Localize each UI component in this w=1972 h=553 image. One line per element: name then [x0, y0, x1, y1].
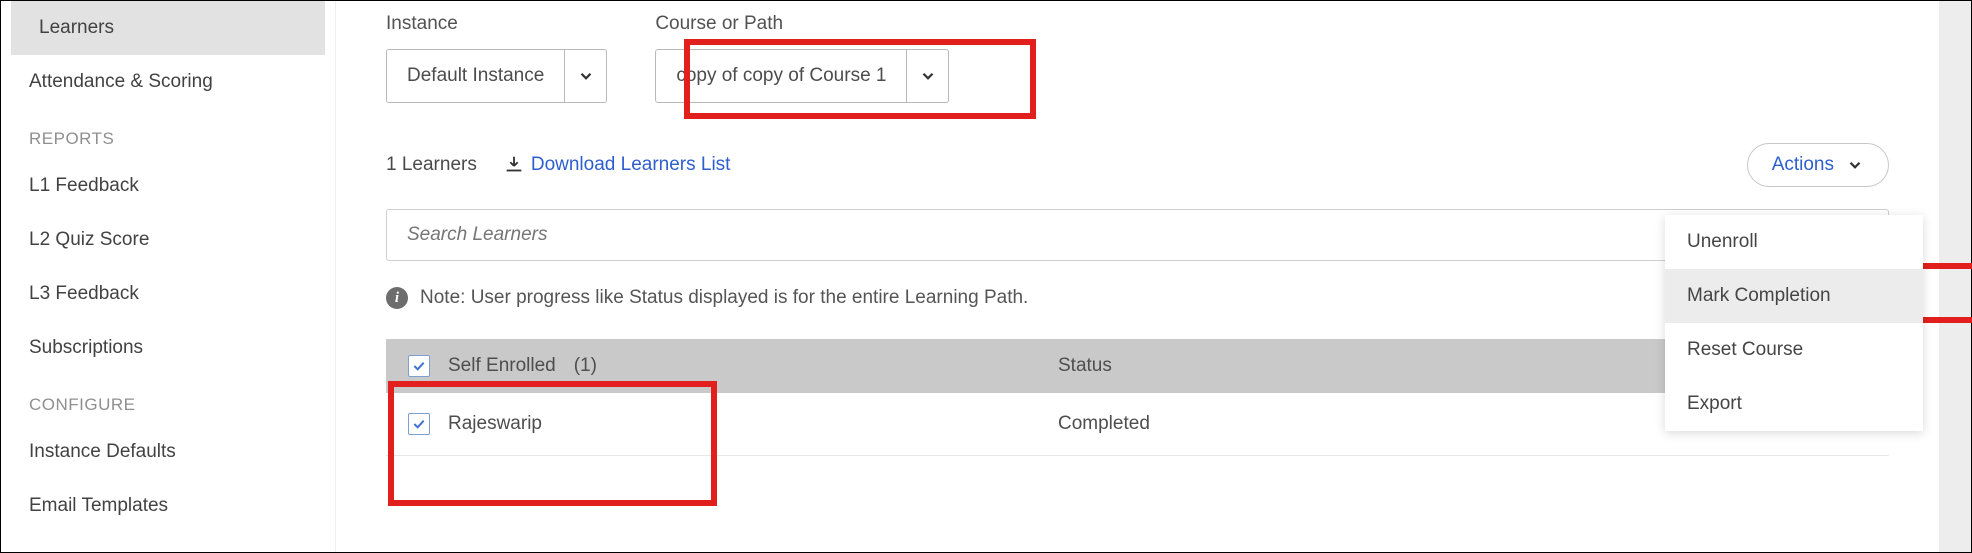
actions-button[interactable]: Actions [1747, 143, 1889, 187]
instance-value: Default Instance [386, 49, 565, 103]
list-toolbar: 1 Learners Download Learners List Action… [386, 143, 1889, 187]
note-text: Note: User progress like Status displaye… [420, 287, 1028, 309]
chevron-down-icon[interactable] [907, 49, 949, 103]
actions-label: Actions [1772, 154, 1834, 176]
sidebar-item-l1-feedback[interactable]: L1 Feedback [1, 159, 335, 213]
course-dropdown[interactable]: copy of copy of Course 1 [655, 49, 949, 103]
select-all-checkbox[interactable] [408, 355, 430, 377]
instance-filter: Instance Default Instance [386, 13, 607, 103]
sidebar-item-l2-quiz-score[interactable]: L2 Quiz Score [1, 213, 335, 267]
instance-label: Instance [386, 13, 607, 35]
sidebar-item-email-templates[interactable]: Email Templates [1, 479, 335, 533]
course-filter: Course or Path copy of copy of Course 1 [655, 13, 949, 103]
sidebar-item-attendance-scoring[interactable]: Attendance & Scoring [1, 55, 335, 109]
instance-dropdown[interactable]: Default Instance [386, 49, 607, 103]
sidebar-item-subscriptions[interactable]: Subscriptions [1, 321, 335, 375]
menu-item-unenroll[interactable]: Unenroll [1665, 215, 1923, 269]
sidebar-section-reports: REPORTS [1, 109, 335, 159]
group-label: Self Enrolled [448, 355, 556, 377]
chevron-down-icon [1846, 156, 1864, 174]
download-icon [503, 154, 525, 176]
menu-item-reset-course[interactable]: Reset Course [1665, 323, 1923, 377]
sidebar: Learners Attendance & Scoring REPORTS L1… [1, 1, 336, 552]
right-gutter [1939, 1, 1971, 552]
learner-name: Rajeswarip [448, 413, 542, 435]
sidebar-item-instance-defaults[interactable]: Instance Defaults [1, 425, 335, 479]
course-value: copy of copy of Course 1 [655, 49, 907, 103]
menu-item-mark-completion[interactable]: Mark Completion [1665, 269, 1923, 323]
course-label: Course or Path [655, 13, 949, 35]
note-row: i Note: User progress like Status displa… [386, 287, 1889, 309]
chevron-down-icon[interactable] [565, 49, 607, 103]
row-checkbox[interactable] [408, 413, 430, 435]
download-learners-link[interactable]: Download Learners List [503, 154, 731, 176]
search-input[interactable] [386, 209, 1889, 261]
table-row: Rajeswarip Completed [386, 393, 1889, 456]
sidebar-item-learners[interactable]: Learners [11, 1, 325, 55]
actions-menu: Unenroll Mark Completion Reset Course Ex… [1665, 215, 1923, 431]
table-header: Self Enrolled (1) Status [386, 339, 1889, 393]
info-icon: i [386, 287, 408, 309]
sidebar-item-l3-feedback[interactable]: L3 Feedback [1, 267, 335, 321]
group-count: (1) [574, 355, 597, 377]
menu-item-export[interactable]: Export [1665, 377, 1923, 431]
learners-count: 1 Learners [386, 154, 477, 176]
sidebar-section-configure: CONFIGURE [1, 375, 335, 425]
download-link-label: Download Learners List [531, 154, 731, 176]
